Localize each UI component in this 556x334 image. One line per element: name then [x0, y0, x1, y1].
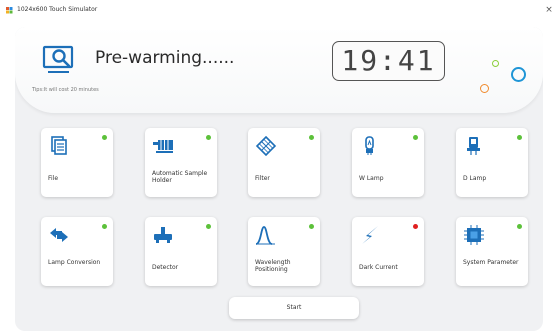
status-dot: [206, 135, 211, 140]
tile-lamp-conversion[interactable]: Lamp Conversion: [41, 217, 113, 286]
status-text: Pre-warming......: [95, 48, 235, 68]
simulator-window: 1024x600 Touch Simulator × Pre-warming..…: [0, 0, 556, 334]
wavelength-icon: [255, 226, 275, 245]
close-button[interactable]: ×: [544, 5, 554, 15]
tile-file[interactable]: File: [41, 128, 113, 197]
status-dot: [309, 135, 314, 140]
tile-filter[interactable]: Filter: [248, 128, 320, 197]
monitor-search-icon: [42, 45, 74, 73]
tile-w-lamp[interactable]: W Lamp: [352, 128, 424, 197]
tile-label: System Parameter: [463, 259, 519, 266]
dark-current-icon: [362, 226, 378, 244]
decor-dot-green: [492, 60, 499, 67]
sample-holder-icon: [153, 140, 173, 153]
detector-icon: [154, 227, 172, 243]
tile-dark-current[interactable]: Dark Current: [352, 217, 424, 286]
status-banner: Pre-warming...... Tips:It will cost 20 m…: [15, 27, 543, 113]
tile-system-parameter[interactable]: System Parameter: [456, 217, 528, 286]
status-dot: [517, 135, 522, 140]
status-tip: Tips:It will cost 20 minutes: [32, 87, 99, 93]
tile-label: Dark Current: [359, 264, 398, 271]
filter-icon: [255, 136, 277, 156]
d-lamp-icon: [467, 137, 480, 155]
file-icon: [51, 136, 67, 155]
start-button[interactable]: Start: [229, 297, 359, 319]
decor-dot-orange: [480, 84, 489, 93]
window-title: 1024x600 Touch Simulator: [17, 6, 98, 13]
main-panel: Pre-warming...... Tips:It will cost 20 m…: [15, 27, 543, 331]
title-bar: 1024x600 Touch Simulator ×: [0, 0, 556, 20]
tile-label: Filter: [255, 175, 270, 182]
status-dot: [413, 135, 418, 140]
status-dot: [517, 224, 522, 229]
tile-label: Automatic Sample Holder: [152, 170, 208, 184]
w-lamp-icon: [365, 136, 374, 155]
tile-d-lamp[interactable]: D Lamp: [456, 128, 528, 197]
lamp-conversion-icon: [50, 228, 68, 242]
tile-detector[interactable]: Detector: [145, 217, 217, 286]
tile-label: Lamp Conversion: [48, 259, 101, 266]
tile-label: File: [48, 175, 59, 182]
tile-label: D Lamp: [463, 175, 487, 182]
tile-label: Wavelength Positioning: [255, 259, 291, 273]
tile-wavelength-positioning[interactable]: Wavelength Positioning: [248, 217, 320, 286]
system-parameter-icon: [464, 225, 484, 245]
app-icon: [6, 7, 13, 14]
status-dot: [309, 224, 314, 229]
decor-dot-blue: [511, 67, 526, 82]
status-dot: [413, 224, 418, 229]
status-dot: [102, 135, 107, 140]
tile-label: W Lamp: [359, 175, 384, 182]
status-dot: [102, 224, 107, 229]
status-dot: [206, 224, 211, 229]
clock-display: 19:41: [332, 41, 445, 81]
tile-label: Detector: [152, 264, 179, 271]
tile-automatic-sample-holder[interactable]: Automatic Sample Holder: [145, 128, 217, 197]
